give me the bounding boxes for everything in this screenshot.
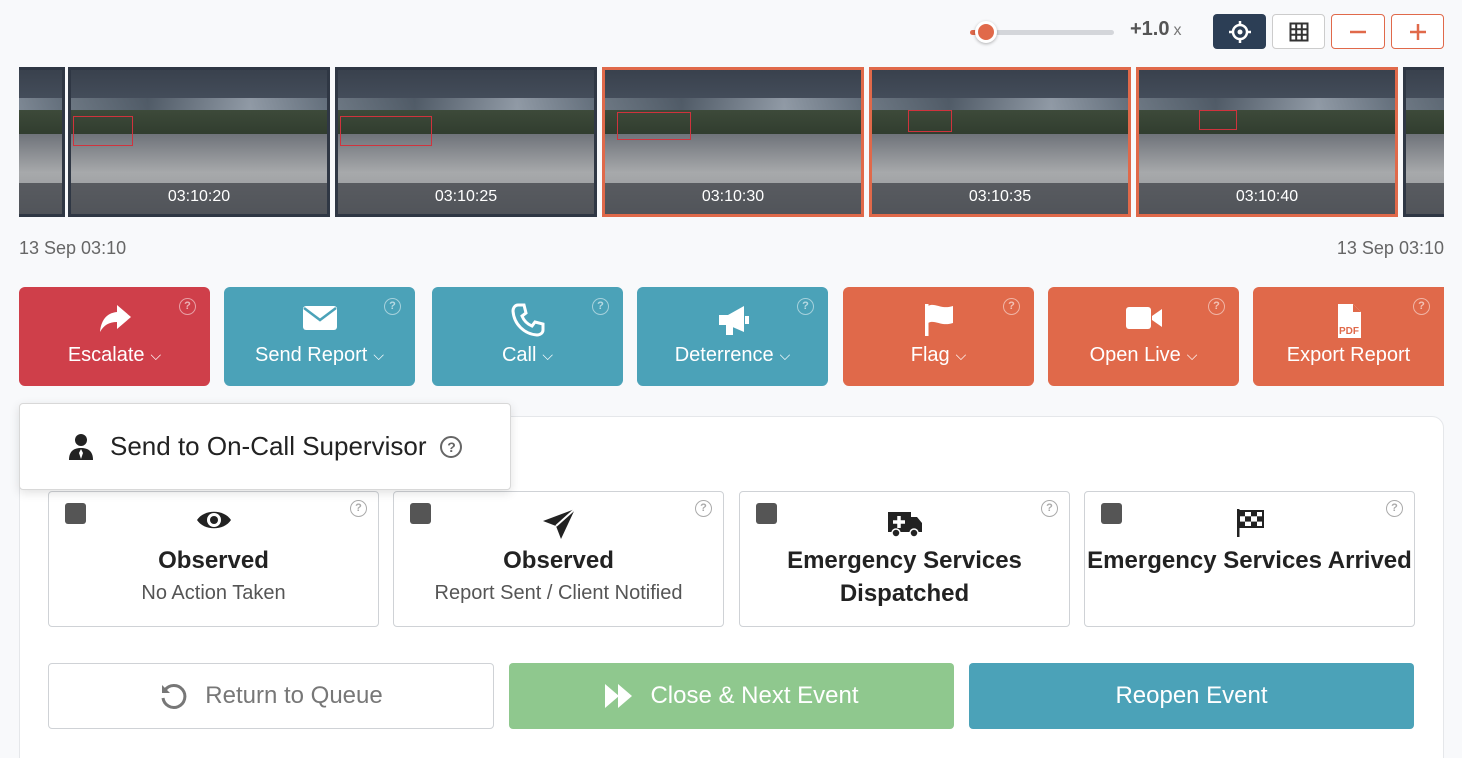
thumbnail-time: 03:10:20 (71, 183, 327, 214)
return-to-queue-label: Return to Queue (205, 682, 383, 709)
zoom-slider[interactable] (968, 20, 1114, 44)
thumbnail-strip[interactable]: 03:10:20 03:10:25 03:10:30 03:10:35 03:1… (19, 67, 1444, 217)
video-thumbnail[interactable] (19, 67, 65, 217)
megaphone-icon (718, 306, 749, 335)
help-icon[interactable]: ? (1003, 298, 1020, 315)
export-report-button[interactable]: PDF Export Report ? (1253, 287, 1444, 386)
video-thumbnail[interactable]: 03:10:35 (869, 67, 1131, 217)
zoom-in-button[interactable] (1391, 14, 1444, 49)
timeline-end-label: 13 Sep 03:10 (1336, 238, 1444, 258)
escalate-label: Escalate (67, 344, 145, 366)
ambulance-icon (887, 512, 922, 538)
user-icon (69, 433, 93, 460)
zoom-readout: +1.0 x (1130, 18, 1181, 41)
outcome-title: Emergency Services Arrived (1087, 547, 1412, 574)
deterrence-button[interactable]: Deterrence ⌵ ? (637, 287, 828, 386)
pdf-file-icon: PDF (1337, 304, 1361, 338)
thumbnail-time (19, 183, 62, 214)
eye-icon (196, 511, 231, 529)
chevron-down-icon: ⌵ (150, 347, 162, 364)
thumbnail-time (1406, 183, 1444, 214)
chevron-down-icon: ⌵ (373, 347, 384, 364)
timeline-start-label: 13 Sep 03:10 (19, 238, 127, 258)
flag-button[interactable]: Flag ⌵ ? (843, 287, 1034, 386)
thumbnail-time: 03:10:30 (605, 183, 861, 214)
help-icon[interactable]: ? (179, 298, 196, 315)
crosshair-icon (1228, 20, 1251, 43)
video-thumbnail[interactable]: 03:10:40 (1136, 67, 1398, 217)
detection-box (73, 116, 133, 146)
open-live-button[interactable]: Open Live ⌵ ? (1048, 287, 1239, 386)
fast-forward-icon (605, 684, 633, 708)
minus-icon (1350, 30, 1366, 33)
outcome-emergency-dispatched[interactable]: ? Emergency Services Dispatched (739, 491, 1070, 627)
plus-icon (1409, 23, 1426, 40)
zoom-unit: x (1173, 22, 1182, 39)
thumbnail-time: 03:10:35 (872, 183, 1128, 214)
thumbnail-time: 03:10:40 (1139, 183, 1395, 214)
paper-plane-icon (542, 508, 576, 539)
reopen-event-label: Reopen Event (1115, 682, 1268, 709)
reopen-event-button[interactable]: Reopen Event (969, 663, 1414, 729)
close-next-event-button[interactable]: Close & Next Event (509, 663, 954, 729)
help-icon[interactable]: ? (797, 298, 814, 315)
video-thumbnail-selected[interactable]: 03:10:30 (602, 67, 864, 217)
svg-text:PDF: PDF (1339, 326, 1359, 337)
close-next-event-label: Close & Next Event (650, 682, 859, 709)
phone-icon (510, 303, 544, 337)
video-thumbnail[interactable] (1403, 67, 1444, 217)
send-report-label: Send Report (255, 344, 368, 366)
deterrence-label: Deterrence (674, 344, 774, 366)
zoom-out-button[interactable] (1331, 14, 1385, 49)
video-camera-icon (1125, 307, 1162, 329)
help-icon[interactable]: ? (1208, 298, 1225, 315)
escalate-button[interactable]: Escalate ⌵ ? (19, 287, 210, 386)
help-icon[interactable]: ? (384, 298, 401, 315)
detection-box (908, 110, 952, 132)
detection-box (617, 112, 691, 140)
return-to-queue-button[interactable]: Return to Queue (48, 663, 494, 729)
thumbnail-time: 03:10:25 (338, 183, 594, 214)
send-to-supervisor-item[interactable]: Send to On-Call Supervisor (110, 431, 426, 462)
checkered-flag-icon (1236, 509, 1264, 537)
help-icon[interactable]: ? (592, 298, 609, 315)
undo-icon (161, 683, 187, 709)
flag-label: Flag (910, 344, 950, 366)
video-thumbnail[interactable]: 03:10:20 (68, 67, 330, 217)
grid-view-button[interactable] (1272, 14, 1325, 49)
chevron-down-icon: ⌵ (955, 347, 967, 364)
detection-box (1199, 110, 1237, 130)
escalate-dropdown-menu[interactable]: Send to On-Call Supervisor ? (19, 403, 511, 490)
call-button[interactable]: Call ⌵ ? (432, 287, 623, 386)
outcome-title: Emergency Services Dispatched (787, 547, 1022, 607)
zoom-value: +1.0 (1130, 18, 1170, 40)
help-icon[interactable]: ? (440, 435, 463, 458)
call-label: Call (501, 344, 537, 366)
share-arrow-icon (99, 305, 131, 332)
outcome-emergency-arrived[interactable]: ? Emergency Services Arrived (1084, 491, 1415, 627)
chevron-down-icon: ⌵ (542, 347, 554, 364)
outcome-observed-no-action[interactable]: ? Observed No Action Taken (48, 491, 379, 627)
outcome-title: Observed (503, 547, 614, 574)
chevron-down-icon: ⌵ (779, 347, 791, 364)
chevron-down-icon: ⌵ (1186, 347, 1198, 364)
outcome-subtitle: No Action Taken (141, 582, 286, 604)
detection-box (340, 116, 432, 146)
zoom-slider-thumb[interactable] (975, 21, 997, 43)
flag-icon (924, 304, 953, 336)
envelope-icon (302, 306, 337, 330)
outcome-subtitle: Report Sent / Client Notified (434, 582, 683, 604)
outcome-title: Observed (158, 547, 269, 574)
outcome-observed-report-sent[interactable]: ? Observed Report Sent / Client Notified (393, 491, 724, 627)
export-report-label: Export Report (1286, 344, 1411, 366)
help-icon[interactable]: ? (1413, 298, 1430, 315)
video-thumbnail[interactable]: 03:10:25 (335, 67, 597, 217)
open-live-label: Open Live (1089, 344, 1181, 366)
locate-button[interactable] (1213, 14, 1266, 49)
grid-icon (1289, 22, 1308, 41)
send-report-button[interactable]: Send Report ⌵ ? (224, 287, 415, 386)
